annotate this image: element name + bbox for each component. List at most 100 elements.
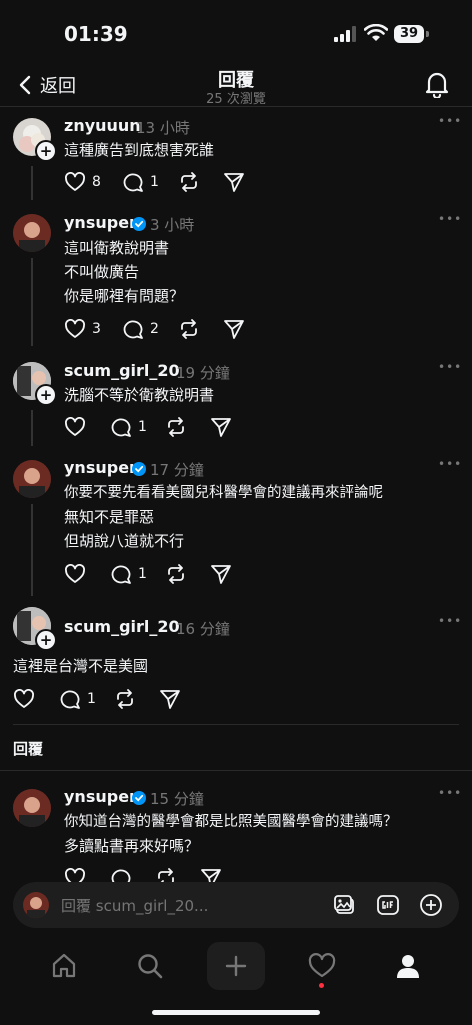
reply-count: 1 (138, 419, 147, 435)
like-button[interactable] (64, 564, 86, 584)
thread-line (31, 258, 33, 346)
comment-icon (122, 319, 144, 339)
heart-icon (64, 417, 86, 437)
activity-tab-icon[interactable] (308, 953, 336, 979)
post-text: 你是哪裡有問題？ (64, 287, 185, 305)
add-circle-icon[interactable] (419, 893, 443, 917)
header-divider (0, 106, 472, 107)
more-options-button[interactable]: ••• (438, 786, 462, 800)
post-text: 這叫衛教說明書 (64, 239, 170, 257)
like-button[interactable] (64, 417, 86, 437)
comment-icon (110, 417, 132, 437)
repost-icon[interactable] (165, 417, 187, 437)
follow-plus-button[interactable]: + (35, 629, 57, 651)
thread-line (31, 504, 33, 596)
repost-icon[interactable] (114, 689, 136, 709)
post-time: 17 分鐘 (150, 461, 204, 479)
reply-button[interactable]: 1 (110, 417, 147, 437)
wifi-icon (364, 24, 388, 42)
post-time: 16 分鐘 (176, 620, 230, 638)
avatar (23, 892, 49, 918)
plus-icon (224, 954, 248, 978)
search-tab-icon[interactable] (136, 952, 164, 980)
follow-plus-button[interactable]: + (35, 140, 57, 162)
share-icon[interactable] (210, 564, 232, 584)
post-username[interactable]: ynsuper (64, 213, 137, 232)
thread-line (31, 410, 33, 446)
more-options-button[interactable]: ••• (438, 457, 462, 471)
verified-badge-icon (132, 791, 146, 805)
share-icon[interactable] (223, 172, 245, 192)
post-username[interactable]: ynsuper (64, 458, 137, 477)
heart-icon (64, 564, 86, 584)
comment-icon (122, 172, 144, 192)
image-attach-icon[interactable] (333, 893, 357, 917)
plus-icon: + (37, 631, 55, 649)
share-icon[interactable] (210, 417, 232, 437)
reply-button[interactable]: 2 (122, 319, 159, 339)
replies-section-label: 回覆 (13, 740, 44, 758)
more-options-button[interactable]: ••• (438, 212, 462, 226)
view-count: 25 次瀏覽 (206, 92, 266, 107)
post-text: 但胡說八道就不行 (64, 532, 185, 550)
reply-composer (13, 882, 459, 928)
more-options-button[interactable]: ••• (438, 614, 462, 628)
reply-button[interactable]: 1 (122, 172, 159, 192)
thread-line (31, 166, 33, 200)
create-tab-button[interactable] (207, 942, 265, 990)
reply-button[interactable]: 1 (110, 564, 147, 584)
like-button[interactable]: 3 (64, 319, 101, 339)
plus-icon: + (37, 386, 55, 404)
avatar[interactable] (13, 214, 51, 252)
post-time: 15 分鐘 (150, 790, 204, 808)
reply-count: 2 (150, 321, 159, 337)
post-text: 這裡是台灣不是美國 (13, 657, 149, 675)
profile-tab-icon[interactable] (394, 952, 422, 980)
like-button[interactable]: 8 (64, 172, 101, 192)
post-time: 3 小時 (150, 216, 195, 234)
more-options-button[interactable]: ••• (438, 360, 462, 374)
post-username[interactable]: znyuuun (64, 116, 141, 135)
avatar[interactable] (13, 460, 51, 498)
signal-icon (334, 26, 358, 42)
notification-dot (319, 983, 324, 988)
post-username[interactable]: scum_girl_20 (64, 361, 180, 380)
battery-tip (426, 31, 429, 37)
section-divider (0, 770, 472, 771)
battery-icon: 39 (394, 25, 424, 43)
comment-icon (59, 689, 81, 709)
repost-icon[interactable] (165, 564, 187, 584)
share-icon[interactable] (223, 319, 245, 339)
post-time: 19 分鐘 (176, 364, 230, 382)
follow-plus-button[interactable]: + (35, 384, 57, 406)
more-options-button[interactable]: ••• (438, 114, 462, 128)
repost-icon[interactable] (178, 172, 200, 192)
avatar[interactable] (13, 789, 51, 827)
share-icon[interactable] (159, 689, 181, 709)
reply-count: 1 (87, 691, 96, 707)
status-time: 01:39 (64, 22, 128, 46)
home-indicator (152, 1010, 320, 1015)
plus-icon: + (37, 142, 55, 160)
gif-icon[interactable] (376, 893, 400, 917)
reply-input[interactable] (59, 892, 313, 920)
post-text: 你知道台灣的醫學會都是比照美國醫學會的建議嗎？ (64, 814, 398, 830)
reply-count: 1 (150, 174, 159, 190)
post-text: 多讀點書再來好嗎？ (64, 837, 200, 855)
post-text: 你要不要先看看美國兒科醫學會的建議再來評論呢 (64, 485, 383, 501)
reply-button[interactable]: 1 (59, 689, 96, 709)
post-text: 無知不是罪惡 (64, 508, 155, 526)
post-username[interactable]: ynsuper (64, 787, 137, 806)
bell-icon[interactable] (424, 70, 450, 98)
heart-icon (64, 172, 86, 192)
like-count: 3 (92, 321, 101, 337)
repost-icon[interactable] (178, 319, 200, 339)
post-time: 13 小時 (136, 119, 190, 137)
verified-badge-icon (132, 462, 146, 476)
post-text: 這種廣告到底想害死誰 (64, 141, 215, 159)
home-tab-icon[interactable] (50, 952, 78, 980)
post-username[interactable]: scum_girl_20 (64, 617, 180, 636)
section-divider (13, 724, 459, 725)
like-button[interactable] (13, 689, 35, 709)
post-text: 洗腦不等於衛教說明書 (64, 386, 215, 404)
